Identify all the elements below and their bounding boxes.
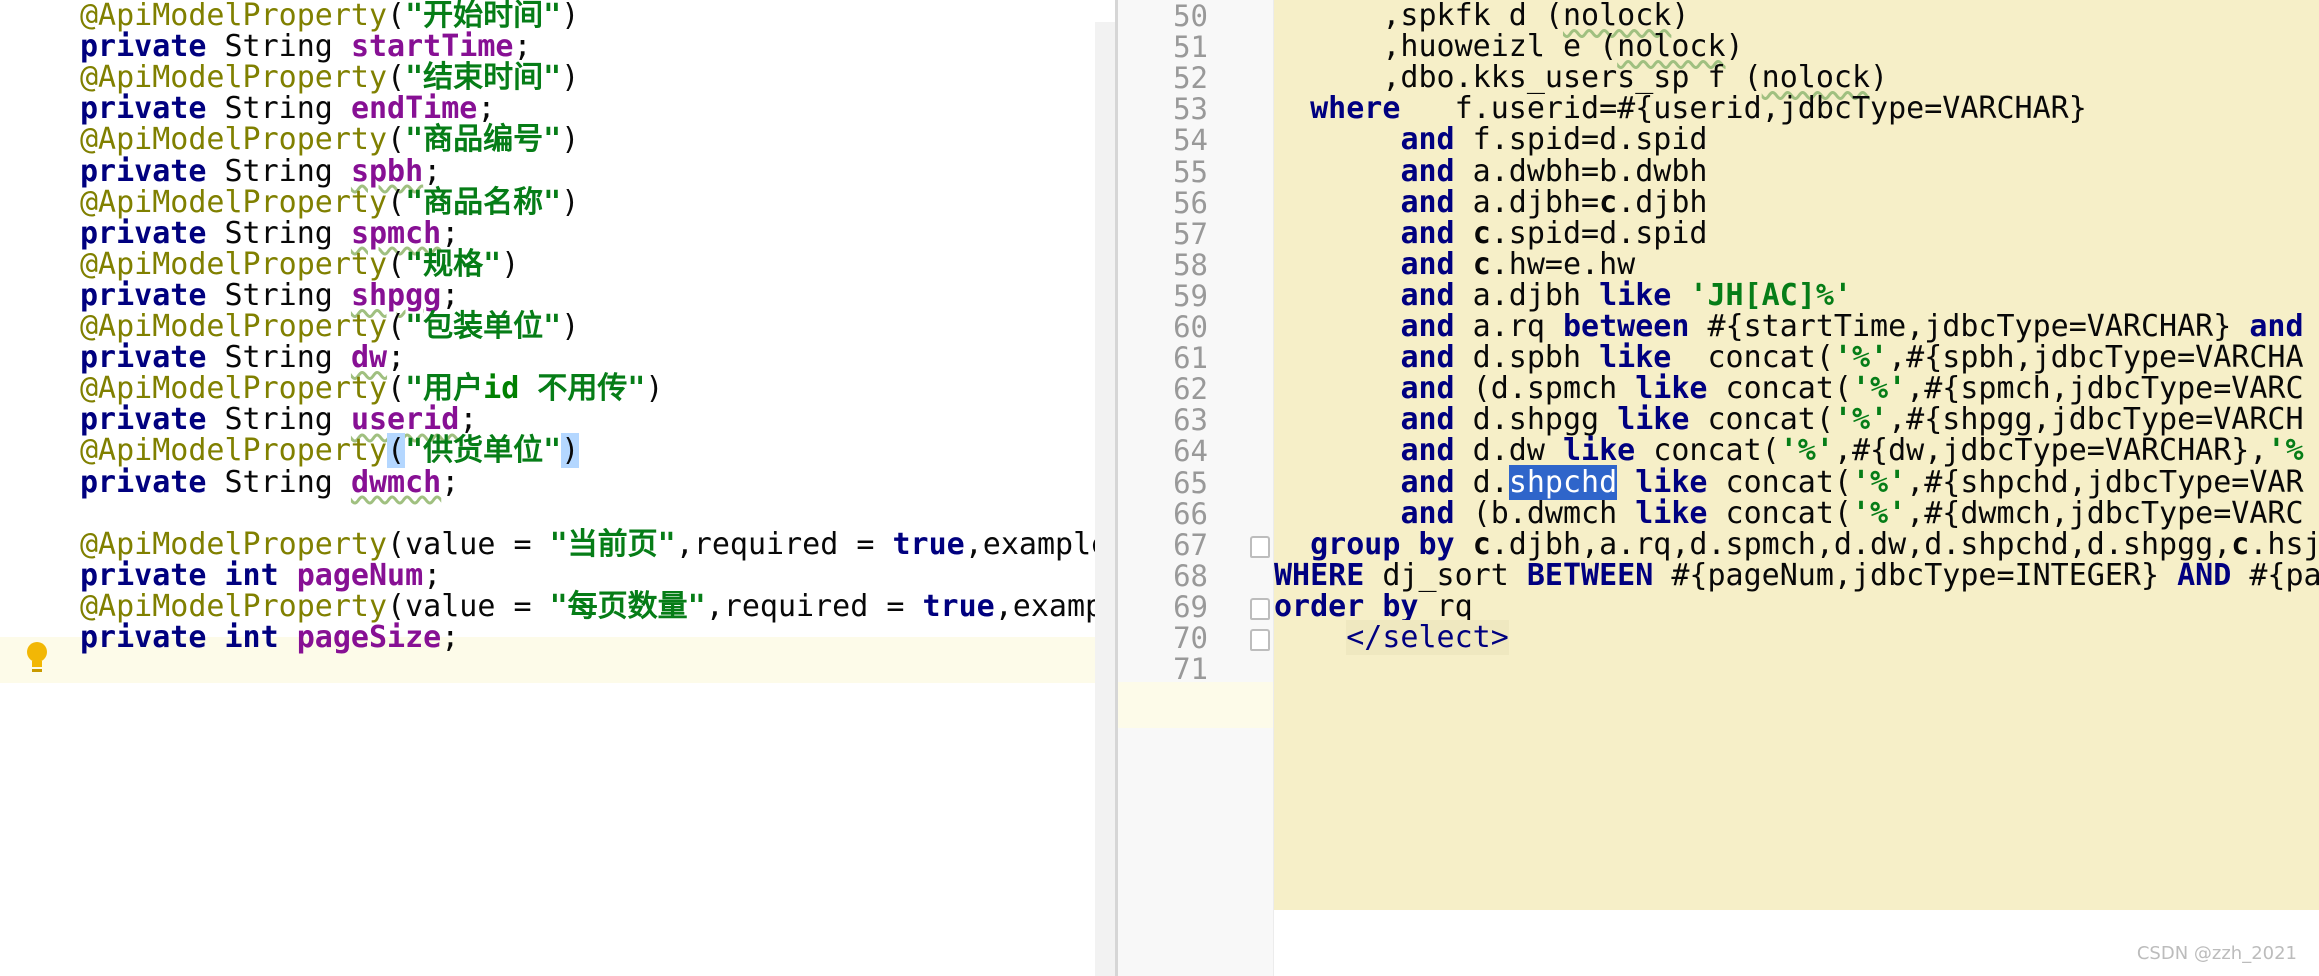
code-token: ; [441, 464, 460, 500]
code-token: private int [80, 620, 279, 655]
left-pane-scrollbar[interactable] [1095, 22, 1115, 976]
code-token: ) [561, 122, 580, 158]
code-token: true [922, 588, 995, 624]
code-token: AND [2177, 557, 2232, 593]
code-token: private [80, 464, 207, 500]
code-token: id [483, 371, 520, 407]
sql-editor-pane[interactable]: 50 51 52 53 54 55 56 57 58 59 60 61 62 63 64 65 66 67 68 69… [1118, 0, 2319, 976]
fold-marker-icon[interactable] [1250, 535, 1270, 558]
code-token: ) [501, 246, 520, 282]
code-line[interactable]: private String dwmch; [80, 460, 459, 506]
code-token: ) [561, 184, 580, 220]
code-token: true [892, 526, 965, 562]
code-token: 不用传" [519, 371, 646, 407]
code-token: String [206, 464, 351, 500]
code-token: ) [645, 371, 664, 407]
code-token: "每页数量" [549, 588, 706, 624]
code-token: ,required = [675, 526, 893, 562]
line-number: 71 [1173, 652, 1208, 687]
java-editor-pane[interactable]: @ApiModelProperty("开始时间") private String … [0, 0, 1095, 976]
code-line[interactable]: </select> [1274, 615, 1509, 661]
code-token: ) [561, 60, 580, 96]
code-token: #{pageNum,jdbcType=INTEGER} [1653, 557, 2178, 593]
code-token: ,exampl [994, 588, 1095, 624]
code-token: ; [441, 620, 460, 655]
code-token: </select> [1346, 620, 1509, 655]
code-token: BETWEEN [1526, 557, 1654, 593]
code-token: ,example [964, 526, 1095, 562]
code-token: ,required = [705, 588, 923, 624]
code-token: "当前页" [549, 526, 676, 562]
lightbulb-icon[interactable] [22, 639, 52, 679]
code-token: dwmch [350, 464, 442, 500]
code-token: ) [561, 309, 580, 344]
code-token: "包装单位" [405, 309, 562, 344]
code-line[interactable]: private int pageSize; [80, 615, 459, 661]
code-token: ) [561, 0, 580, 33]
code-token: ) [561, 433, 580, 469]
fold-marker-icon[interactable] [1250, 629, 1270, 651]
fold-marker-icon[interactable] [1250, 597, 1270, 620]
watermark: CSDN @zzh_2021 [2136, 943, 2297, 964]
code-token: pageSize [296, 620, 442, 655]
code-token: #{pa [2231, 557, 2319, 593]
